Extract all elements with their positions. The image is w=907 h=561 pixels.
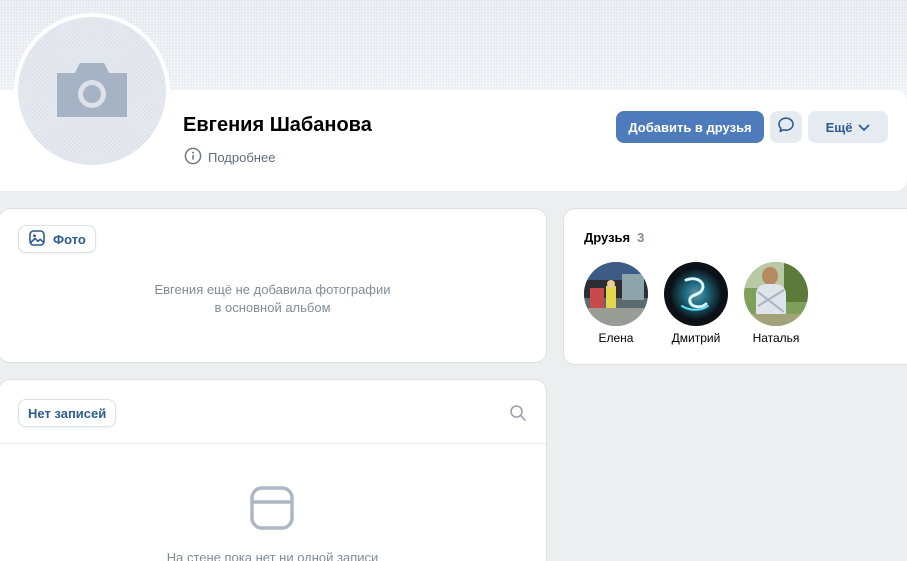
friend-name: Наталья <box>752 331 800 345</box>
photos-tab[interactable]: Фото <box>18 225 96 253</box>
empty-wall-icon <box>249 485 295 536</box>
search-icon[interactable] <box>509 404 527 427</box>
more-label: Ещё <box>825 119 853 135</box>
photo-icon <box>28 229 46 250</box>
avatar-placeholder <box>18 17 166 165</box>
friend-avatar <box>584 262 648 326</box>
wall-divider <box>0 443 546 444</box>
more-info-link[interactable]: Подробнее <box>184 147 275 168</box>
friend-name: Дмитрий <box>671 331 721 345</box>
message-button[interactable] <box>770 111 802 143</box>
friends-header[interactable]: Друзья 3 <box>584 230 644 245</box>
camera-icon <box>53 59 131 124</box>
wall-empty-text: На стене пока нет ни одной записи <box>166 550 379 561</box>
chevron-down-icon <box>858 120 870 135</box>
friends-block: Друзья 3 Елена Дмитрий Наталья <box>563 208 907 365</box>
friend-name: Елена <box>598 331 634 345</box>
friend-item[interactable]: Дмитрий <box>656 262 736 345</box>
wall-tab-label: Нет записей <box>28 405 107 421</box>
friend-avatar <box>664 262 728 326</box>
friend-item[interactable]: Елена <box>576 262 656 345</box>
photos-empty-line2: в основной альбом <box>214 300 331 315</box>
profile-page: Евгения Шабанова Подробнее Добавить в др… <box>0 0 907 561</box>
more-info-label: Подробнее <box>208 150 276 165</box>
friend-item[interactable]: Наталья <box>736 262 816 345</box>
add-friend-button[interactable]: Добавить в друзья <box>616 111 764 143</box>
profile-avatar[interactable] <box>14 13 170 169</box>
wall-block: Нет записей На стене пока нет ни одной з… <box>0 379 547 561</box>
friends-title: Друзья <box>584 230 631 245</box>
friend-avatar <box>744 262 808 326</box>
photos-empty-text: Евгения ещё не добавила фотографии в осн… <box>0 281 546 317</box>
photos-block: Фото Евгения ещё не добавила фотографии … <box>0 208 547 363</box>
profile-name: Евгения Шабанова <box>183 114 372 136</box>
wall-tab[interactable]: Нет записей <box>18 399 117 427</box>
photos-empty-line1: Евгения ещё не добавила фотографии <box>154 282 391 297</box>
message-icon <box>777 116 795 139</box>
friends-count: 3 <box>637 230 645 245</box>
photos-tab-label: Фото <box>53 231 86 247</box>
info-icon <box>184 147 202 168</box>
more-button[interactable]: Ещё <box>808 111 888 143</box>
